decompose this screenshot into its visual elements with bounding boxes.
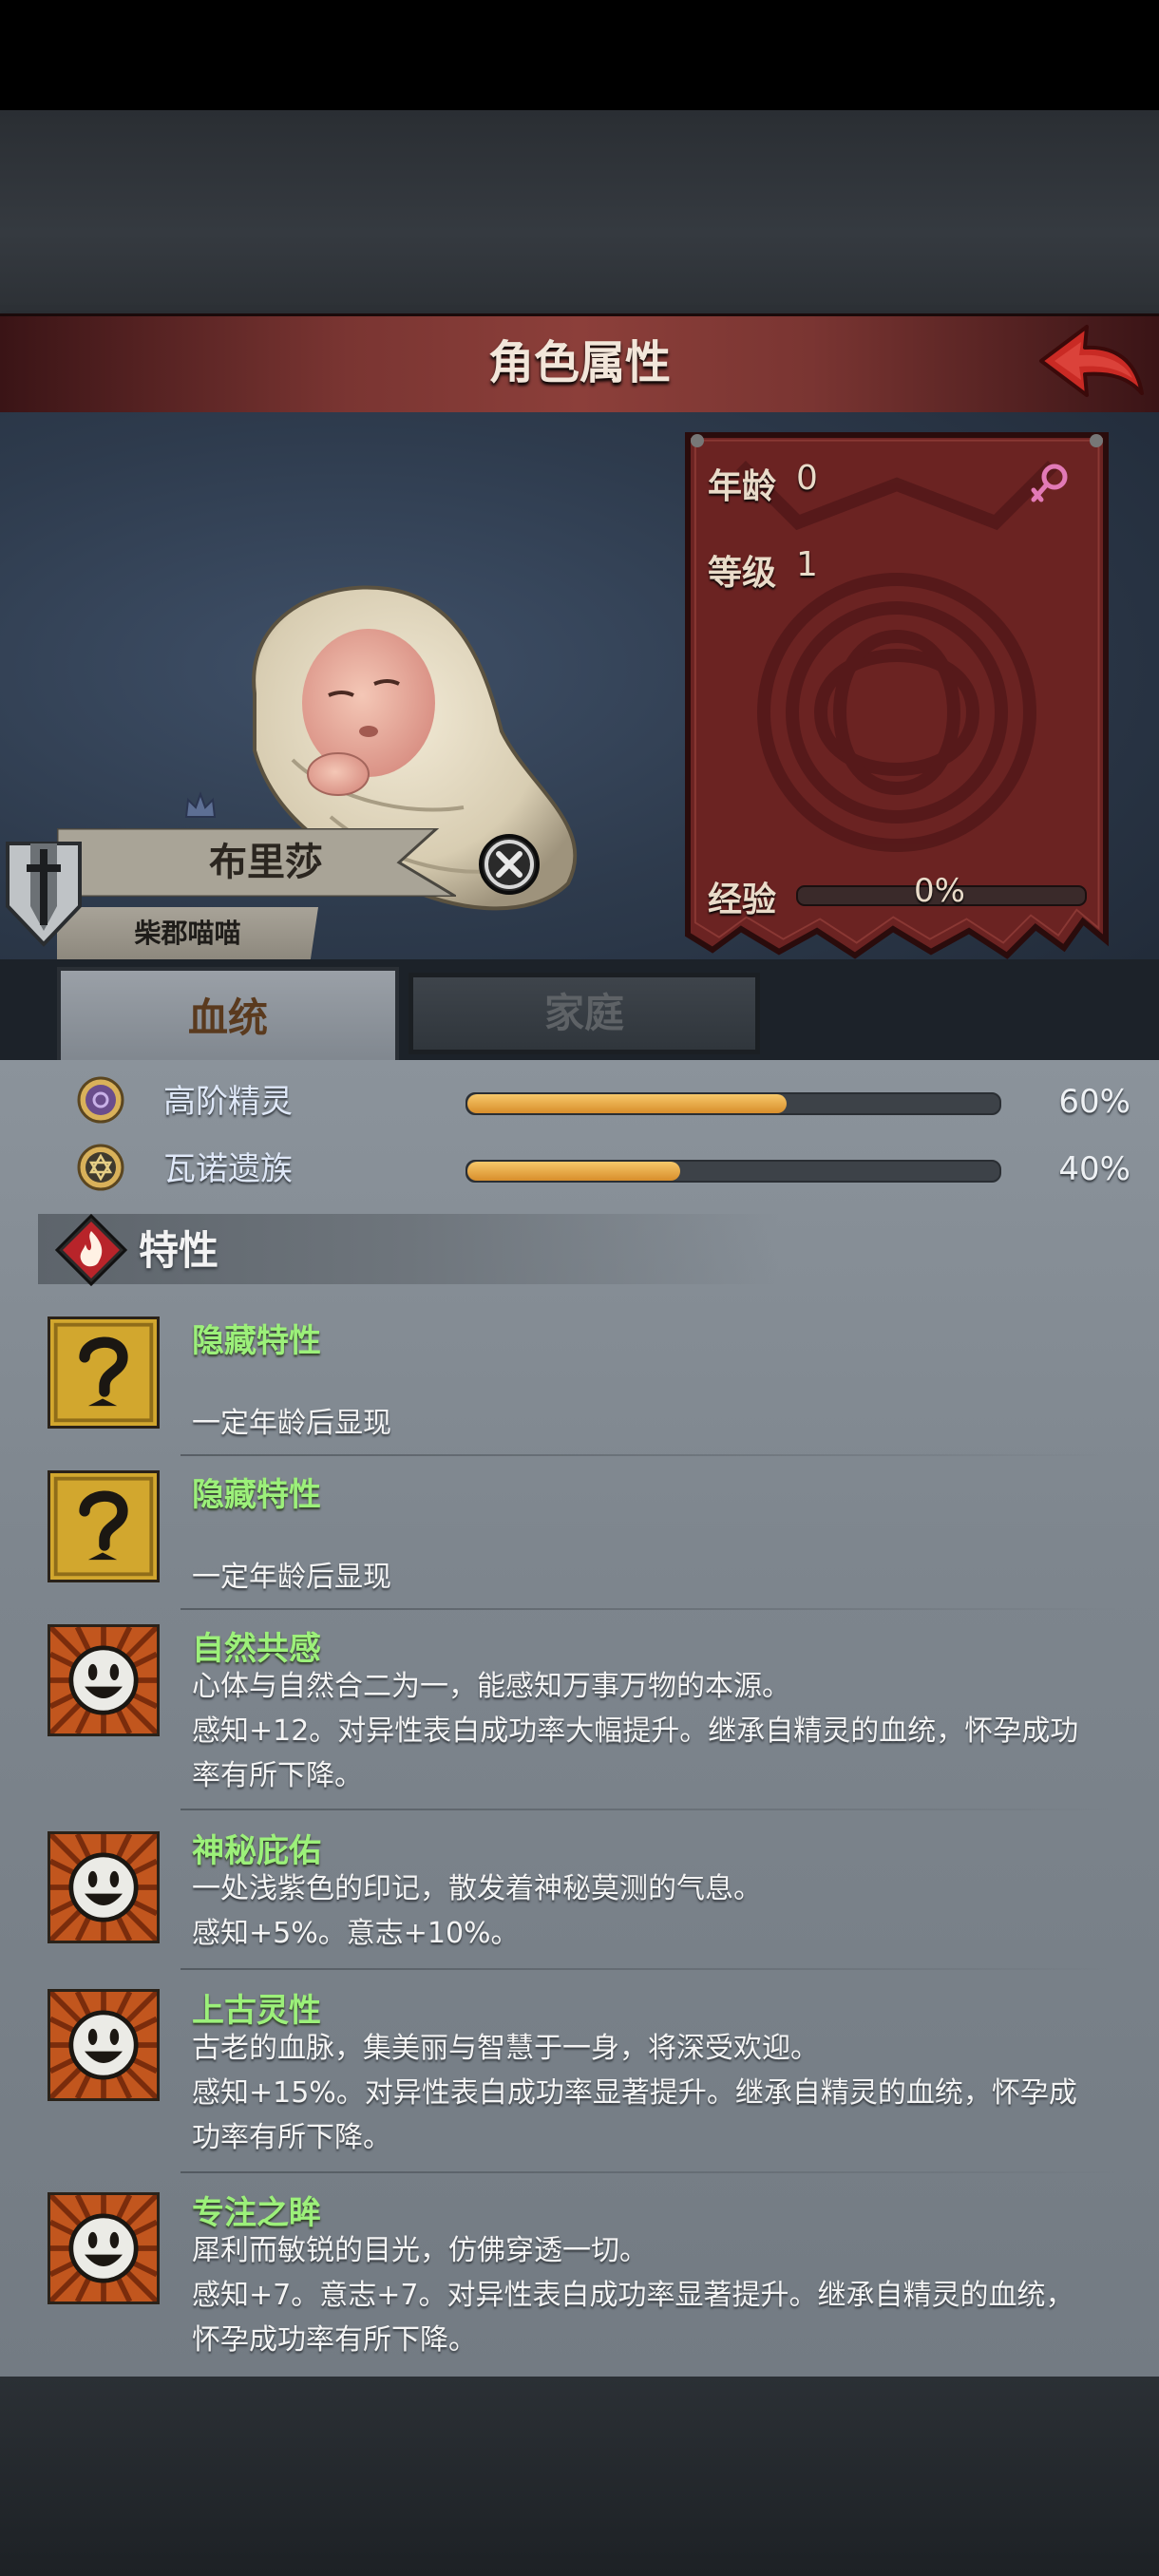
trait-description-line: 犀利而敏锐的目光，仿佛穿透一切。 [192, 2234, 648, 2267]
trait-description-line: 感知+7。意志+7。对异性表白成功率显著提升。继承自精灵的血统， [192, 2279, 1074, 2312]
bloodline-name: 瓦诺遗族 [163, 1150, 293, 1188]
divider [180, 1608, 1121, 1610]
trait-description-line: 功率有所下降。 [192, 2121, 391, 2154]
age-label: 年龄 [708, 467, 777, 506]
trait-description-line: 心体与自然合二为一，能感知万事万物的本源。 [192, 1670, 790, 1703]
trait-name: 神秘庇佑 [192, 1832, 321, 1870]
trait-name: 隐藏特性 [192, 1476, 321, 1514]
close-button[interactable] [477, 832, 542, 897]
rank-crown-icon [184, 791, 217, 818]
question-mark-icon [48, 1316, 160, 1429]
status-bar [0, 0, 1159, 110]
trait-description-line: 怀孕成功率有所下降。 [192, 2323, 477, 2357]
smiley-icon [48, 1989, 160, 2101]
female-symbol-icon [1028, 462, 1070, 505]
divider [180, 1968, 1121, 1970]
tab-bloodline[interactable]: 血统 [57, 967, 399, 1066]
divider [180, 1809, 1121, 1810]
page-title: 角色属性 [487, 336, 671, 389]
exp-label: 经验 [708, 881, 777, 919]
exp-value: 0% [914, 872, 965, 910]
trait-description-line: 率有所下降。 [192, 1759, 363, 1792]
character-subtitle: 柴郡喵喵 [134, 918, 241, 949]
trait-description-line: 一定年龄后显现 [192, 1561, 391, 1594]
smiley-icon [48, 1624, 160, 1736]
trait-description-line: 感知+5%。意志+10%。 [192, 1917, 520, 1950]
bloodline-percent: 60% [1058, 1083, 1130, 1121]
bloodline-percent: 40% [1058, 1150, 1130, 1188]
fire-icon [54, 1213, 128, 1287]
trait-description-line: 一定年龄后显现 [192, 1407, 391, 1440]
divider [180, 2171, 1121, 2173]
trait-name: 自然共感 [192, 1630, 321, 1668]
bloodline-row: 瓦诺遗族 40% [76, 1143, 1130, 1196]
divider [180, 1454, 1121, 1456]
trait-name: 专注之眸 [192, 2194, 321, 2232]
level-value: 1 [796, 545, 818, 584]
bloodline-name: 高阶精灵 [163, 1083, 293, 1121]
traits-title: 特性 [139, 1227, 219, 1274]
shield-icon [6, 842, 82, 947]
close-icon [479, 834, 540, 895]
smiley-icon [48, 2192, 160, 2304]
bloodline-bar [466, 1160, 1001, 1183]
bloodline-row: 高阶精灵 60% [76, 1075, 1130, 1128]
trait-name: 隐藏特性 [192, 1322, 321, 1360]
trait-name: 上古灵性 [192, 1992, 321, 2030]
trait-description-line: 一处浅紫色的印记，散发着神秘莫测的气息。 [192, 1872, 762, 1905]
trait-description-line: 古老的血脉，集美丽与智慧于一身，将深受欢迎。 [192, 2032, 819, 2065]
top-background [0, 110, 1159, 315]
smiley-icon [48, 1831, 160, 1943]
age-value: 0 [796, 459, 818, 498]
bottom-background [0, 2377, 1159, 2576]
back-arrow-icon [1039, 325, 1144, 397]
trait-description-line: 感知+12。对异性表白成功率大幅提升。继承自精灵的血统，怀孕成功 [192, 1714, 1079, 1748]
level-label: 等级 [708, 554, 777, 593]
character-name: 布里莎 [209, 841, 323, 884]
elf-sigil-icon [77, 1076, 124, 1124]
back-button[interactable] [1034, 319, 1148, 405]
tab-family[interactable]: 家庭 [408, 973, 760, 1054]
trait-description-line: 感知+15%。对异性表白成功率显著提升。继承自精灵的血统，怀孕成 [192, 2076, 1077, 2110]
question-mark-icon [48, 1470, 160, 1582]
bloodline-bar [466, 1092, 1001, 1115]
hexagram-sigil-icon [77, 1144, 124, 1191]
